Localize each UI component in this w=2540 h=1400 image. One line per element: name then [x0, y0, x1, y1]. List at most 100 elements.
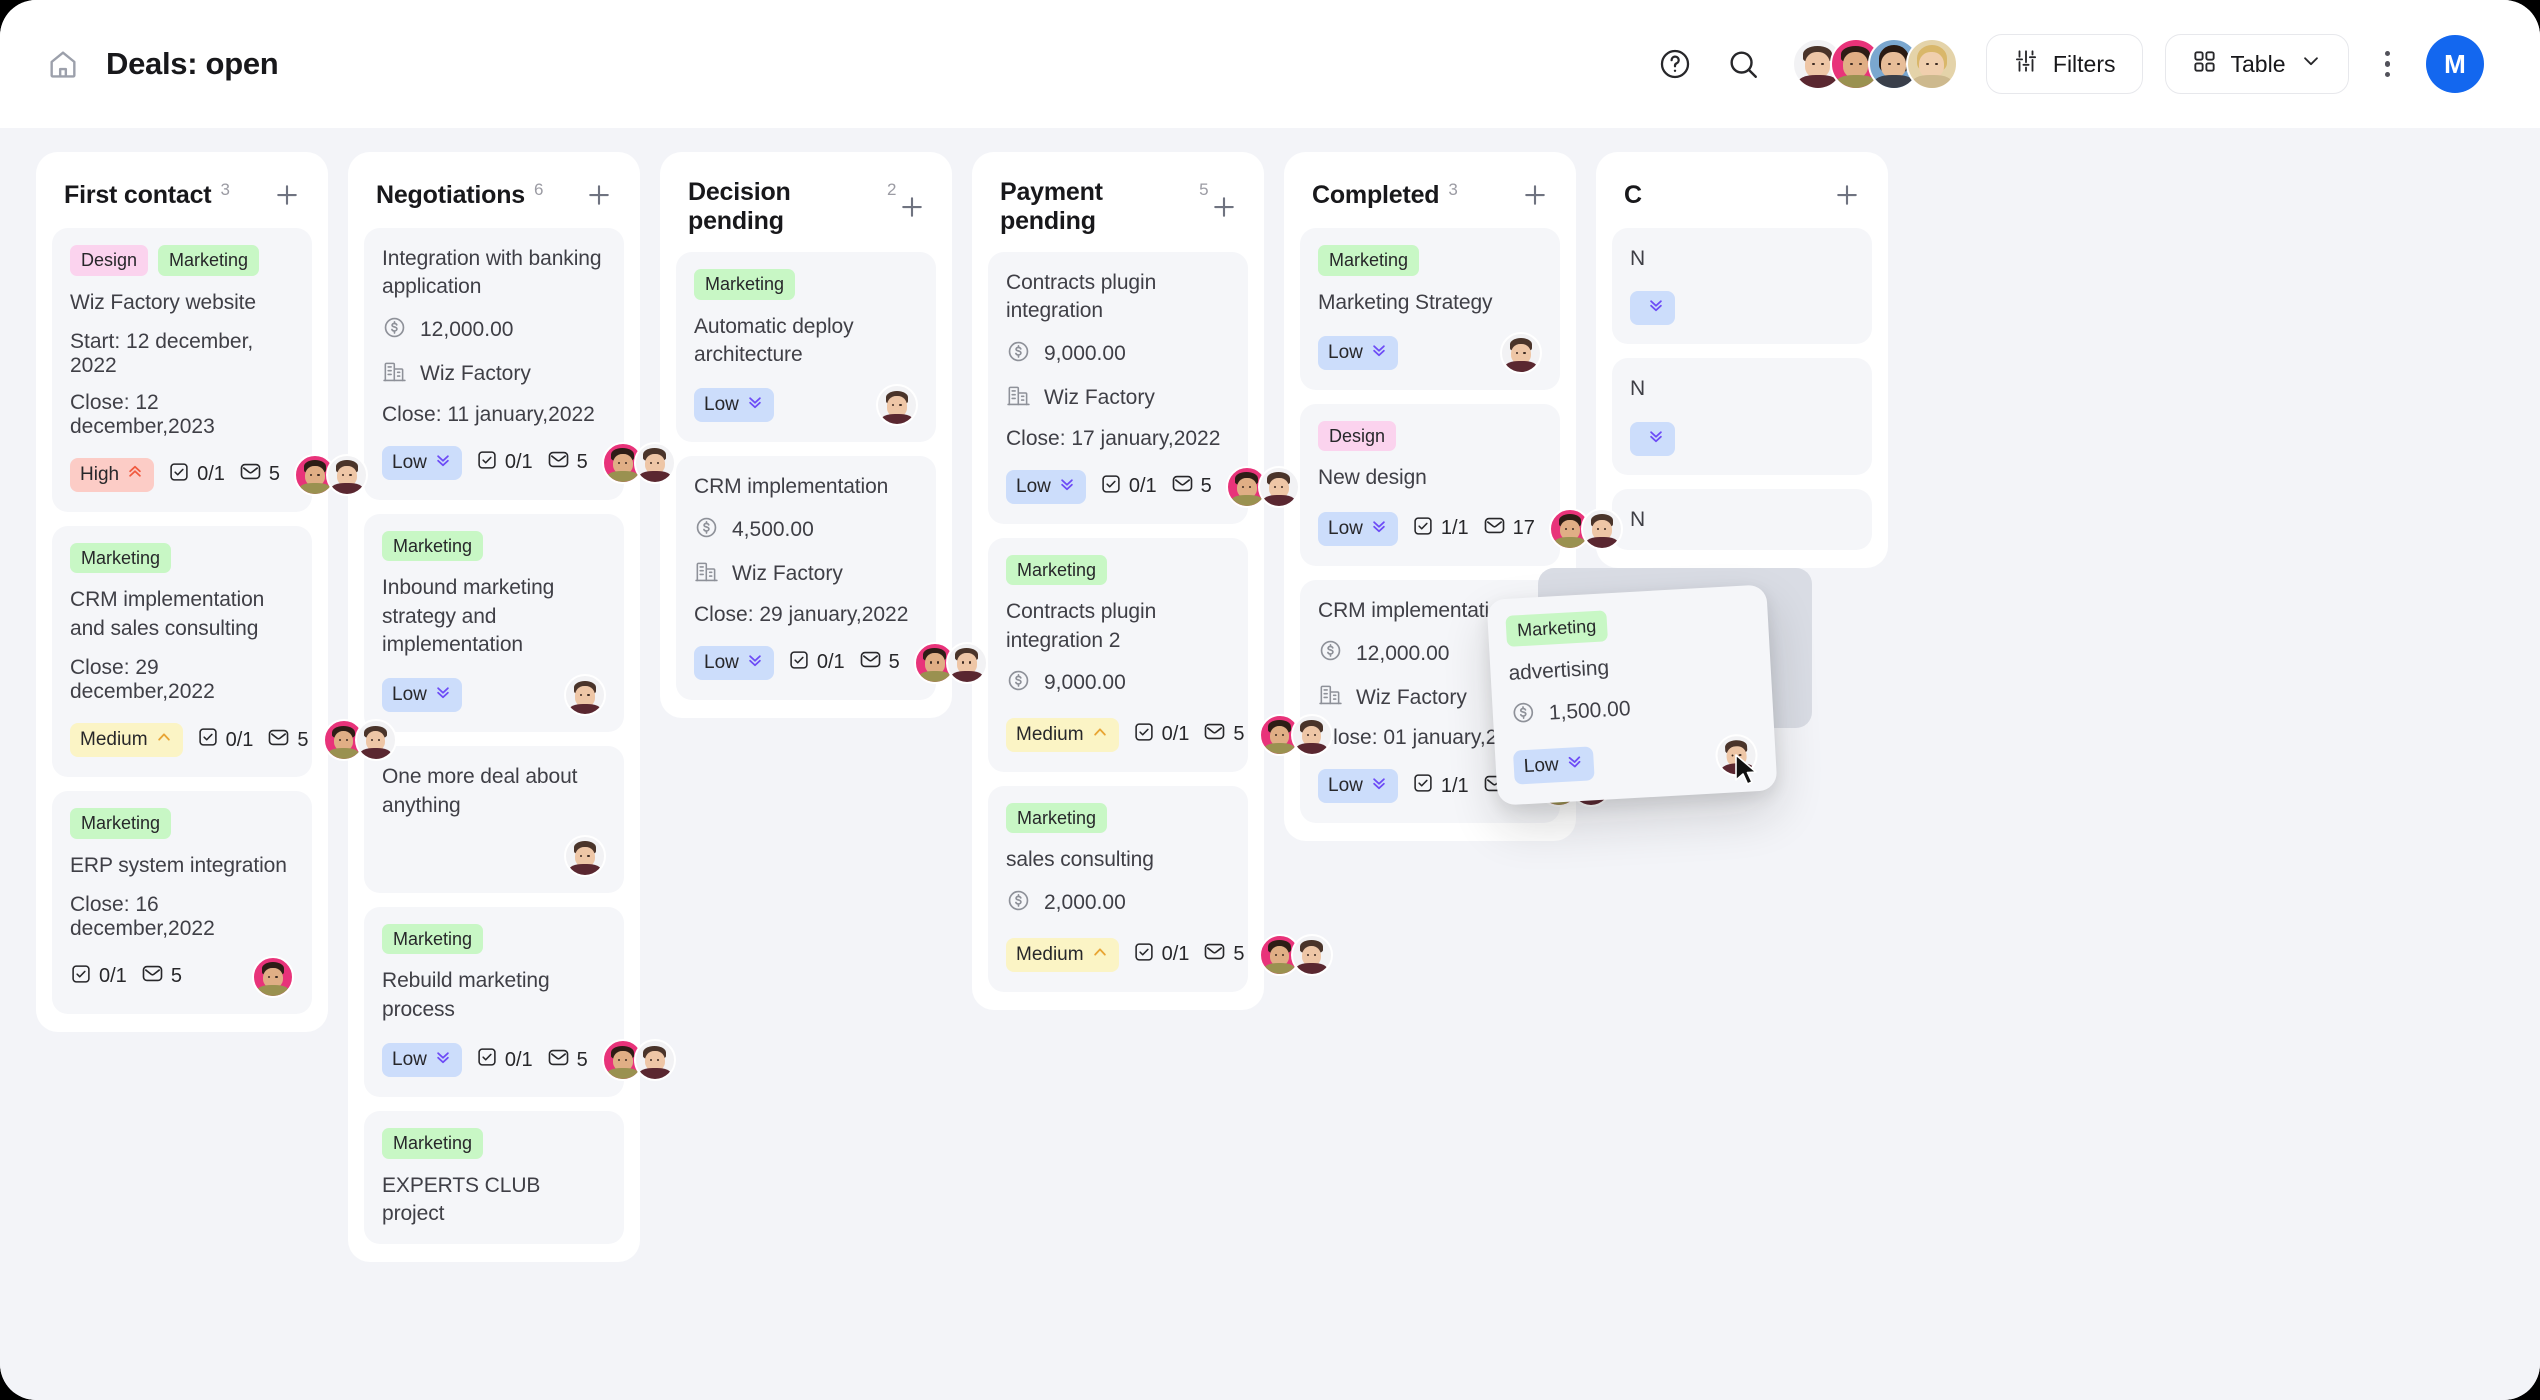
assignee-avatars[interactable]: [913, 641, 988, 684]
deal-card[interactable]: Integration with banking application 12,0…: [364, 228, 676, 500]
tag[interactable]: Marketing: [1318, 245, 1420, 276]
tag[interactable]: Marketing: [158, 245, 260, 276]
avatar[interactable]: [633, 1039, 676, 1082]
message-count: 5: [576, 1048, 588, 1071]
assignee-avatars[interactable]: [322, 719, 397, 762]
tag[interactable]: Design: [70, 245, 149, 276]
assignee-avatars[interactable]: [252, 955, 294, 998]
deal-card[interactable]: N: [1612, 488, 1872, 551]
assignee-avatars[interactable]: [1258, 713, 1333, 756]
avatar[interactable]: [1290, 933, 1333, 976]
priority-badge[interactable]: Low: [1006, 469, 1086, 504]
deal-card[interactable]: Marketing CRM implementation and sales co…: [52, 525, 397, 778]
priority-badge[interactable]: Low: [382, 1043, 462, 1078]
priority-badge[interactable]: Low: [382, 445, 462, 480]
deal-card[interactable]: N: [1612, 358, 1872, 475]
deal-card[interactable]: Marketing Contracts plugin integration 2 9…: [988, 537, 1333, 772]
priority-badge[interactable]: Low: [694, 388, 774, 423]
deal-card[interactable]: Marketing ERP system integration Close: 16…: [52, 791, 312, 1014]
tag[interactable]: Marketing: [694, 269, 796, 300]
deal-card[interactable]: Marketing Rebuild marketing process Low 0/1…: [364, 906, 676, 1098]
board-column[interactable]: First contact 3 Design Marketing Wiz Factory…: [36, 152, 397, 1032]
tag[interactable]: Marketing: [382, 1128, 484, 1159]
avatar[interactable]: [564, 834, 606, 877]
avatar[interactable]: [1500, 331, 1542, 374]
assignee-avatars[interactable]: [564, 674, 606, 717]
tag[interactable]: Marketing: [382, 530, 484, 562]
avatar[interactable]: [1905, 38, 1958, 90]
add-card-button[interactable]: [1518, 178, 1552, 212]
priority-badge[interactable]: Low: [1318, 335, 1398, 370]
assignee-avatars[interactable]: [294, 453, 369, 496]
assignee-avatars[interactable]: [1500, 331, 1542, 374]
tag[interactable]: Design: [1318, 420, 1397, 452]
assignee-avatars[interactable]: [564, 834, 606, 877]
assignee-avatars[interactable]: [601, 1039, 676, 1082]
avatar[interactable]: [1580, 507, 1623, 550]
search-icon[interactable]: [1720, 41, 1766, 87]
priority-badge[interactable]: Low: [1318, 769, 1398, 804]
column-count: 5: [1199, 180, 1209, 199]
deal-card[interactable]: Marketing Automatic deploy architecture Lo…: [676, 252, 936, 443]
deal-card[interactable]: Design Marketing Wiz Factory website Start:…: [52, 228, 369, 512]
tag[interactable]: Marketing: [1006, 554, 1108, 586]
avatar[interactable]: [876, 384, 918, 427]
view-switcher-button[interactable]: Table: [2164, 34, 2349, 94]
deal-card[interactable]: Marketing Marketing Strategy Low: [1300, 228, 1560, 390]
avatar[interactable]: [252, 955, 294, 998]
add-card-button[interactable]: [270, 178, 304, 212]
assignee-avatars[interactable]: [1548, 507, 1623, 550]
avatar[interactable]: [945, 641, 988, 684]
deal-card[interactable]: Design New design Low 1/1 17: [1300, 403, 1623, 566]
help-circle-icon[interactable]: [1652, 41, 1698, 87]
avatar[interactable]: [1290, 713, 1333, 756]
add-card-button[interactable]: [897, 190, 929, 224]
member-avatars[interactable]: [1791, 38, 1958, 90]
priority-badge[interactable]: [1630, 291, 1675, 326]
filters-button[interactable]: Filters: [1985, 34, 2143, 94]
deal-card[interactable]: One more deal about anything: [364, 746, 624, 893]
assignee-avatars[interactable]: [1225, 465, 1300, 508]
tag[interactable]: Marketing: [1505, 610, 1608, 647]
priority-badge[interactable]: Low: [1512, 746, 1595, 785]
deal-card[interactable]: Marketing EXPERTS CLUB project: [364, 1111, 624, 1245]
user-avatar[interactable]: M: [2426, 35, 2484, 93]
deal-card[interactable]: Contracts plugin integration 9,000.00 Wiz …: [988, 252, 1300, 524]
deal-card[interactable]: Marketing Inbound marketing strategy and …: [364, 513, 624, 733]
board-column[interactable]: Negotiations 6 Integration with banking ap…: [348, 152, 676, 1263]
tag[interactable]: Marketing: [1006, 802, 1108, 834]
home-icon[interactable]: [46, 47, 80, 81]
avatar[interactable]: [354, 719, 397, 762]
tag[interactable]: Marketing: [70, 808, 172, 839]
amount-value: 9,000.00: [1044, 671, 1126, 695]
avatar[interactable]: [326, 453, 369, 496]
assignee-avatars[interactable]: [601, 441, 676, 484]
priority-badge[interactable]: [1630, 421, 1675, 456]
building-icon: [382, 359, 407, 390]
assignee-avatars[interactable]: [1258, 933, 1333, 976]
priority-badge[interactable]: Low: [694, 645, 774, 680]
priority-badge[interactable]: Low: [382, 678, 462, 713]
deal-card[interactable]: N: [1612, 228, 1872, 345]
kanban-board[interactable]: First contact 3 Design Marketing Wiz Factory…: [0, 128, 2540, 1400]
tag[interactable]: Marketing: [70, 542, 172, 574]
priority-badge[interactable]: Medium: [1006, 717, 1119, 752]
add-card-button[interactable]: [582, 178, 616, 212]
add-card-button[interactable]: [1830, 178, 1864, 212]
tag[interactable]: Marketing: [382, 923, 484, 955]
board-column[interactable]: Decision pending 2 Marketing Automatic depl…: [660, 152, 988, 718]
board-column[interactable]: Payment pending 5 Contracts plugin integra…: [972, 152, 1333, 1010]
deal-card[interactable]: CRM implementation 4,500.00 Wiz Factory Clo…: [676, 456, 988, 700]
avatar[interactable]: [633, 441, 676, 484]
priority-badge[interactable]: Medium: [1006, 937, 1119, 972]
priority-badge[interactable]: High: [70, 457, 155, 492]
avatar[interactable]: [1257, 465, 1300, 508]
add-card-button[interactable]: [1209, 190, 1240, 224]
priority-badge[interactable]: Medium: [70, 723, 183, 758]
kebab-menu-icon[interactable]: [2371, 43, 2405, 86]
deal-card[interactable]: Marketing sales consulting 2,000.00 Medium 0…: [988, 785, 1333, 992]
assignee-avatars[interactable]: [876, 384, 918, 427]
board-column[interactable]: C N N N: [1596, 152, 1888, 569]
avatar[interactable]: [564, 674, 606, 717]
priority-badge[interactable]: Low: [1318, 511, 1398, 546]
